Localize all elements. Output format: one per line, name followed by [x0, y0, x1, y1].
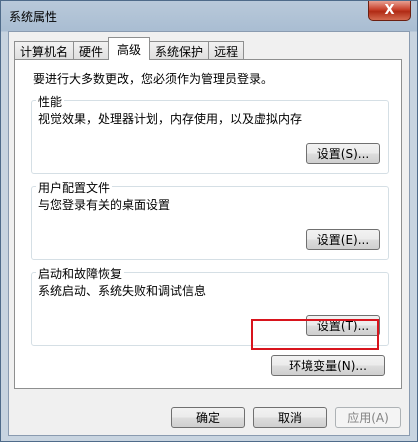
tab-system-protection[interactable]: 系统保护 [149, 41, 210, 60]
ok-button[interactable]: 确定 [171, 407, 245, 428]
close-icon: X [384, 3, 395, 18]
tab-computer-name[interactable]: 计算机名 [14, 41, 75, 60]
performance-desc: 视觉效果，处理器计划，内存使用，以及虚拟内存 [38, 112, 303, 126]
tab-strip: 计算机名 硬件 高级 系统保护 远程 [14, 37, 245, 60]
user-profiles-group: 用户配置文件 与您登录有关的桌面设置 设置(E)... [31, 179, 389, 260]
title-bar[interactable]: 系统属性 X [1, 1, 417, 31]
tab-advanced[interactable]: 高级 [108, 37, 151, 60]
highlight-box [251, 319, 379, 350]
user-profiles-title: 用户配置文件 [36, 179, 113, 196]
system-properties-window: 系统属性 X 计算机名 硬件 高级 系统保护 远程 要进行大多数更改，您必须作为… [0, 0, 418, 442]
performance-settings-button[interactable]: 设置(S)... [306, 143, 380, 164]
tab-hardware[interactable]: 硬件 [73, 41, 110, 60]
window-title: 系统属性 [9, 10, 58, 24]
startup-recovery-desc: 系统启动、系统失败和调试信息 [38, 284, 207, 298]
user-profiles-settings-button[interactable]: 设置(E)... [306, 229, 380, 250]
apply-button[interactable]: 应用(A) [335, 407, 401, 428]
admin-note: 要进行大多数更改，您必须作为管理员登录。 [33, 72, 274, 86]
cancel-button[interactable]: 取消 [253, 407, 327, 428]
user-profiles-desc: 与您登录有关的桌面设置 [38, 198, 171, 212]
dialog-client-area: 计算机名 硬件 高级 系统保护 远程 要进行大多数更改，您必须作为管理员登录。 … [8, 31, 410, 436]
close-button[interactable]: X [368, 1, 411, 21]
performance-title: 性能 [36, 93, 65, 110]
performance-group: 性能 视觉效果，处理器计划，内存使用，以及虚拟内存 设置(S)... [31, 93, 389, 174]
environment-variables-button[interactable]: 环境变量(N)... [271, 355, 385, 376]
startup-recovery-title: 启动和故障恢复 [36, 265, 125, 282]
tab-remote[interactable]: 远程 [208, 41, 245, 60]
